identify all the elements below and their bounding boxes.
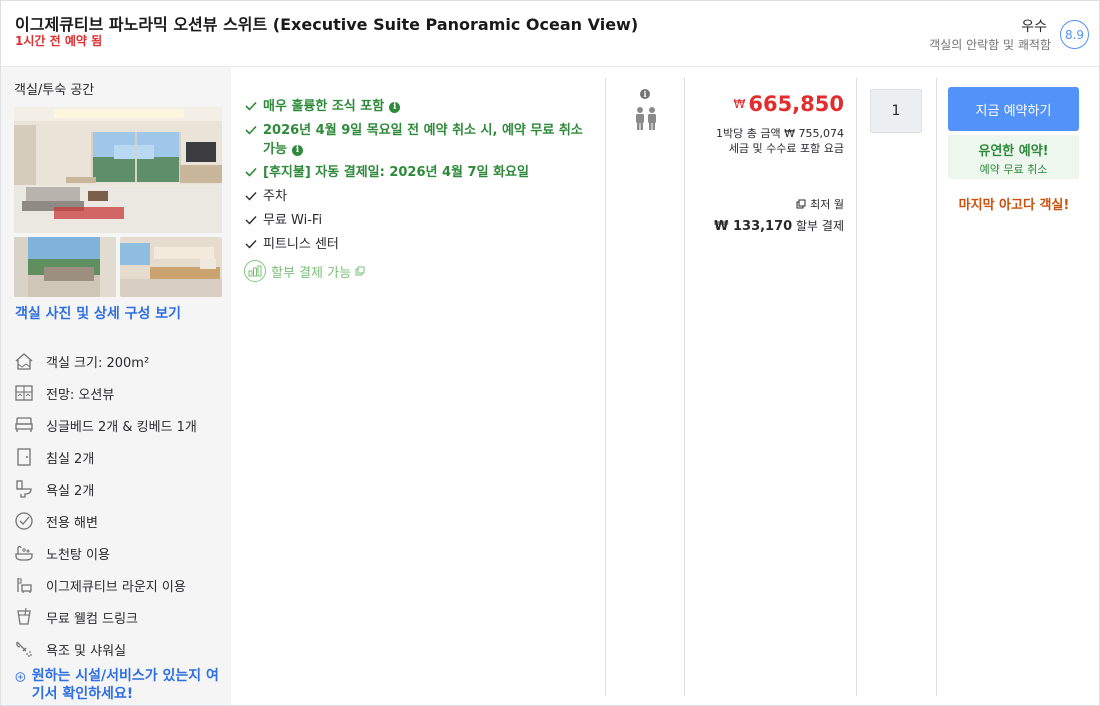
benefit-fitness: 피트니스 센터 (244, 235, 339, 254)
price-column: ₩665,850 1박당 총 금액 ₩ 755,074 세금 및 수수료 포함 … (685, 78, 857, 696)
cup-icon (14, 607, 34, 627)
feature-label: 전용 해변 (46, 515, 98, 531)
room-photos-link[interactable]: 객실 사진 및 상세 구성 보기 (15, 303, 181, 323)
feature-label: 노천탕 이용 (46, 547, 110, 563)
check-icon (245, 240, 257, 249)
installment-link[interactable]: 할부 결제 가능 (244, 260, 365, 282)
info-icon[interactable]: i (640, 89, 650, 99)
room-offer-table: 매우 훌륭한 조식 포함 i 2026년 4월 9일 목요일 전 예약 취소 시,… (231, 78, 1091, 696)
feature-label: 싱글베드 2개 & 킹베드 1개 (46, 419, 197, 435)
flexible-booking-subtitle: 예약 무료 취소 (979, 163, 1048, 176)
house-icon (14, 351, 34, 371)
benefit-text: 2026년 4월 9일 목요일 전 예약 취소 시, 예약 무료 취소 가능 (263, 123, 583, 157)
feature-label: 이그제큐티브 라운지 이용 (46, 579, 186, 595)
door-icon (14, 447, 34, 467)
benefit-wifi: 무료 Wi-Fi (244, 211, 322, 230)
feature-bathrooms: 욕실 2개 (14, 473, 229, 505)
benefit-text: 피트니스 센터 (263, 237, 339, 252)
check-icon (245, 125, 257, 135)
lounge-icon (14, 575, 34, 595)
feature-label: 침실 2개 (46, 451, 95, 467)
benefit-breakfast: 매우 훌륭한 조식 포함 i (244, 97, 401, 116)
installment-label: 할부 결제 가능 (271, 265, 352, 281)
feature-outdoor-bath: 노천탕 이용 (14, 537, 229, 569)
feature-label: 전망: 오션뷰 (46, 387, 115, 403)
feature-welcome-drink: 무료 웰컴 드링크 (14, 601, 229, 633)
feature-label: 무료 웰컴 드링크 (46, 611, 138, 627)
toilet-icon (14, 479, 34, 499)
external-link-icon (355, 266, 365, 276)
shower-icon (14, 639, 34, 659)
monthly-installment: ₩ 133,170 할부 결제 (714, 217, 844, 234)
recent-booking-note: 1시간 전 예약 됨 (15, 34, 103, 48)
room-photo-thumbnail[interactable] (14, 237, 116, 297)
check-icon (245, 101, 257, 111)
room-quantity-select[interactable]: 1 (870, 89, 922, 133)
room-card: 이그제큐티브 파노라믹 오션뷰 스위트 (Executive Suite Pan… (0, 0, 1100, 706)
booking-column: 지금 예약하기 유연한 예약! 예약 무료 취소 마지막 아고다 객실! (937, 78, 1091, 696)
benefit-free-cancellation: 2026년 4월 9일 목요일 전 예약 취소 시, 예약 무료 취소 가능 i (244, 121, 596, 159)
benefit-pay-later: [후지불] 자동 결제일: 2026년 4월 7일 화요일 (244, 163, 529, 182)
bed-icon (14, 415, 34, 435)
feature-label: 객실 크기: 200m² (46, 355, 150, 371)
benefit-text: 무료 Wi-Fi (263, 213, 323, 228)
monthly-min-text: 최저 월 (810, 198, 844, 211)
room-title: 이그제큐티브 파노라믹 오션뷰 스위트 (Executive Suite Pan… (15, 15, 639, 34)
two-adults-icon (636, 107, 656, 130)
nightly-price: ₩665,850 (733, 92, 844, 116)
amenity-search-link-label: 원하는 시설/서비스가 있는지 여기서 확인하세요! (31, 668, 219, 702)
price-amount: 665,850 (748, 92, 844, 116)
flexible-booking-box: 유연한 예약! 예약 무료 취소 (948, 135, 1079, 179)
rating-subtitle: 객실의 안락함 및 쾌적함 (929, 38, 1051, 52)
check-icon (245, 192, 257, 201)
info-icon[interactable]: i (389, 102, 401, 113)
feature-label: 욕조 및 샤워실 (46, 643, 127, 659)
room-photo-main[interactable] (14, 107, 222, 233)
benefit-text: [후지불] 자동 결제일: 2026년 4월 7일 화요일 (263, 165, 529, 180)
feature-room-size: 객실 크기: 200m² (14, 345, 229, 377)
room-section-title: 객실/투숙 공간 (14, 83, 95, 98)
flexible-booking-title: 유연한 예약! (978, 144, 1049, 159)
occupancy-column: i (606, 78, 685, 696)
book-now-button[interactable]: 지금 예약하기 (948, 87, 1079, 131)
monthly-suffix: 할부 결제 (796, 219, 844, 233)
quantity-column: 1 (857, 78, 937, 696)
feature-beds: 싱글베드 2개 & 킹베드 1개 (14, 409, 229, 441)
room-feature-list: 객실 크기: 200m² 전망: 오션뷰 싱글베드 2개 & 킹베드 1개 침실… (14, 345, 229, 665)
info-icon[interactable]: i (291, 145, 303, 156)
room-photo-thumbnail[interactable] (120, 237, 222, 297)
benefit-text: 매우 훌륭한 조식 포함 (263, 99, 385, 114)
room-header: 이그제큐티브 파노라믹 오션뷰 스위트 (Executive Suite Pan… (1, 1, 1099, 67)
room-info-panel: 객실/투숙 공간 객실 사진 및 상세 구성 보기 객실 크기: 200m² 전… (1, 67, 231, 705)
bathtub-icon (14, 543, 34, 563)
benefit-parking: 주차 (244, 187, 287, 206)
rating-score-badge[interactable]: 8.9 (1060, 20, 1089, 49)
benefit-text: 주차 (263, 189, 287, 204)
benefits-column: 매우 훌륭한 조식 포함 i 2026년 4월 9일 목요일 전 예약 취소 시,… (231, 78, 606, 696)
installment-chart-icon (244, 260, 266, 282)
total-price-line: 1박당 총 금액 ₩ 755,074 (716, 127, 844, 140)
check-icon (245, 216, 257, 225)
external-link-icon (796, 199, 806, 209)
feature-private-beach: 전용 해변 (14, 505, 229, 537)
amenity-search-link[interactable]: 원하는 시설/서비스가 있는지 여기서 확인하세요! (15, 667, 225, 703)
rating-word: 우수 (1021, 19, 1047, 35)
feature-bath-shower: 욕조 및 샤워실 (14, 633, 229, 665)
tax-note: 세금 및 수수료 포함 요금 (728, 142, 844, 155)
monthly-amount: ₩ 133,170 (714, 219, 793, 234)
price-currency: ₩ (733, 97, 746, 111)
feature-bedrooms: 침실 2개 (14, 441, 229, 473)
plus-circle-icon (15, 672, 26, 682)
check-circle-icon (14, 511, 34, 531)
check-icon (245, 167, 257, 177)
feature-executive-lounge: 이그제큐티브 라운지 이용 (14, 569, 229, 601)
window-icon (14, 383, 34, 403)
last-room-urgency: 마지막 아고다 객실! (958, 198, 1070, 213)
feature-view: 전망: 오션뷰 (14, 377, 229, 409)
monthly-min-label[interactable]: 최저 월 (796, 196, 844, 212)
feature-label: 욕실 2개 (46, 483, 95, 499)
